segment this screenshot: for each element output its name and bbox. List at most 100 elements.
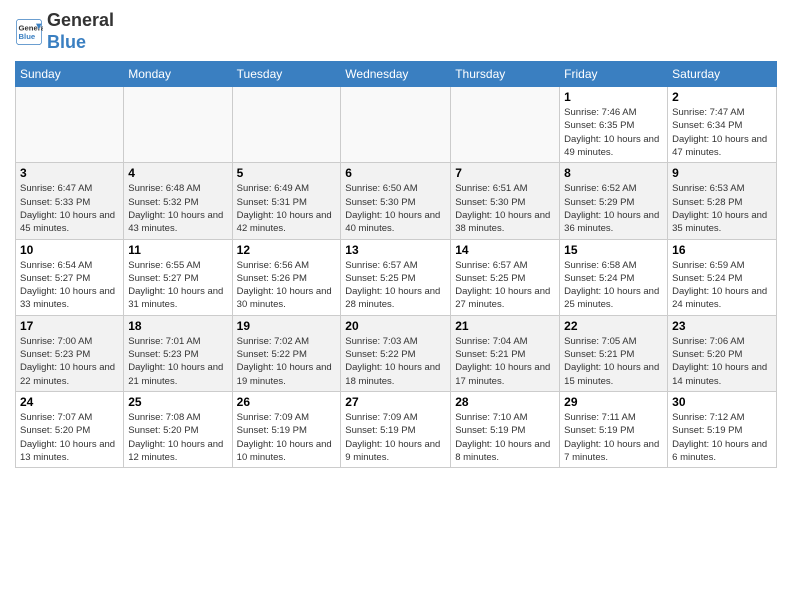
logo-text: General Blue <box>47 10 114 53</box>
day-cell: 23 Sunrise: 7:06 AM Sunset: 5:20 PM Dayli… <box>668 315 777 391</box>
day-number: 16 <box>672 243 772 257</box>
week-row-4: 24Sunrise: 7:07 AM Sunset: 5:20 PM Dayli… <box>16 391 777 467</box>
day-info: Sunrise: 6:49 AM Sunset: 5:31 PM Dayligh… <box>237 182 337 235</box>
day-info: Sunrise: 6:52 AM Sunset: 5:29 PM Dayligh… <box>564 182 663 235</box>
day-info: Sunrise: 7:10 AM Sunset: 5:19 PM Dayligh… <box>455 411 555 464</box>
day-number: 7 <box>455 166 555 180</box>
day-info: Sunrise: 6:53 AM Sunset: 5:28 PM Dayligh… <box>672 182 772 235</box>
header: General Blue General Blue <box>15 10 777 53</box>
header-cell-monday: Monday <box>124 62 232 87</box>
day-cell: 22Sunrise: 7:05 AM Sunset: 5:21 PM Dayli… <box>560 315 668 391</box>
day-cell <box>124 87 232 163</box>
day-info: Sunrise: 7:06 AM Sunset: 5:20 PM Dayligh… <box>672 335 772 388</box>
day-number: 29 <box>564 395 663 409</box>
day-cell <box>232 87 341 163</box>
day-info: Sunrise: 7:03 AM Sunset: 5:22 PM Dayligh… <box>345 335 446 388</box>
day-info: Sunrise: 7:11 AM Sunset: 5:19 PM Dayligh… <box>564 411 663 464</box>
header-cell-tuesday: Tuesday <box>232 62 341 87</box>
day-number: 24 <box>20 395 119 409</box>
day-info: Sunrise: 6:55 AM Sunset: 5:27 PM Dayligh… <box>128 259 227 312</box>
day-cell: 2 Sunrise: 7:47 AM Sunset: 6:34 PM Daylig… <box>668 87 777 163</box>
calendar-table: SundayMondayTuesdayWednesdayThursdayFrid… <box>15 61 777 468</box>
day-info: Sunrise: 7:09 AM Sunset: 5:19 PM Dayligh… <box>345 411 446 464</box>
day-cell: 12 Sunrise: 6:56 AM Sunset: 5:26 PM Dayli… <box>232 239 341 315</box>
calendar-header: SundayMondayTuesdayWednesdayThursdayFrid… <box>16 62 777 87</box>
day-info: Sunrise: 6:57 AM Sunset: 5:25 PM Dayligh… <box>345 259 446 312</box>
day-info: Sunrise: 7:08 AM Sunset: 5:20 PM Dayligh… <box>128 411 227 464</box>
day-info: Sunrise: 6:58 AM Sunset: 5:24 PM Dayligh… <box>564 259 663 312</box>
day-number: 12 <box>237 243 337 257</box>
day-number: 30 <box>672 395 772 409</box>
day-info: Sunrise: 7:09 AM Sunset: 5:19 PM Dayligh… <box>237 411 337 464</box>
day-cell: 19 Sunrise: 7:02 AM Sunset: 5:22 PM Dayli… <box>232 315 341 391</box>
header-cell-saturday: Saturday <box>668 62 777 87</box>
day-number: 26 <box>237 395 337 409</box>
day-number: 8 <box>564 166 663 180</box>
day-info: Sunrise: 6:57 AM Sunset: 5:25 PM Dayligh… <box>455 259 555 312</box>
header-cell-friday: Friday <box>560 62 668 87</box>
calendar-body: 1 Sunrise: 7:46 AM Sunset: 6:35 PM Daylig… <box>16 87 777 468</box>
day-cell: 13 Sunrise: 6:57 AM Sunset: 5:25 PM Dayli… <box>341 239 451 315</box>
day-cell: 21 Sunrise: 7:04 AM Sunset: 5:21 PM Dayli… <box>451 315 560 391</box>
day-cell: 8 Sunrise: 6:52 AM Sunset: 5:29 PM Daylig… <box>560 163 668 239</box>
day-info: Sunrise: 6:47 AM Sunset: 5:33 PM Dayligh… <box>20 182 119 235</box>
day-cell: 15 Sunrise: 6:58 AM Sunset: 5:24 PM Dayli… <box>560 239 668 315</box>
week-row-0: 1 Sunrise: 7:46 AM Sunset: 6:35 PM Daylig… <box>16 87 777 163</box>
day-number: 19 <box>237 319 337 333</box>
week-row-1: 3Sunrise: 6:47 AM Sunset: 5:33 PM Daylig… <box>16 163 777 239</box>
week-row-3: 17Sunrise: 7:00 AM Sunset: 5:23 PM Dayli… <box>16 315 777 391</box>
day-number: 27 <box>345 395 446 409</box>
day-cell: 17Sunrise: 7:00 AM Sunset: 5:23 PM Dayli… <box>16 315 124 391</box>
week-row-2: 10Sunrise: 6:54 AM Sunset: 5:27 PM Dayli… <box>16 239 777 315</box>
day-number: 1 <box>564 90 663 104</box>
day-cell: 20 Sunrise: 7:03 AM Sunset: 5:22 PM Dayli… <box>341 315 451 391</box>
day-info: Sunrise: 7:47 AM Sunset: 6:34 PM Dayligh… <box>672 106 772 159</box>
day-number: 6 <box>345 166 446 180</box>
day-number: 23 <box>672 319 772 333</box>
header-row: SundayMondayTuesdayWednesdayThursdayFrid… <box>16 62 777 87</box>
day-cell: 29 Sunrise: 7:11 AM Sunset: 5:19 PM Dayli… <box>560 391 668 467</box>
day-number: 4 <box>128 166 227 180</box>
day-cell: 24Sunrise: 7:07 AM Sunset: 5:20 PM Dayli… <box>16 391 124 467</box>
day-info: Sunrise: 7:05 AM Sunset: 5:21 PM Dayligh… <box>564 335 663 388</box>
day-cell: 25 Sunrise: 7:08 AM Sunset: 5:20 PM Dayli… <box>124 391 232 467</box>
day-cell: 14Sunrise: 6:57 AM Sunset: 5:25 PM Dayli… <box>451 239 560 315</box>
day-number: 10 <box>20 243 119 257</box>
day-cell: 28Sunrise: 7:10 AM Sunset: 5:19 PM Dayli… <box>451 391 560 467</box>
day-cell: 5Sunrise: 6:49 AM Sunset: 5:31 PM Daylig… <box>232 163 341 239</box>
day-cell <box>341 87 451 163</box>
logo-icon: General Blue <box>15 18 43 46</box>
day-cell: 1 Sunrise: 7:46 AM Sunset: 6:35 PM Daylig… <box>560 87 668 163</box>
page: General Blue General Blue SundayMondayTu… <box>0 0 792 483</box>
day-number: 2 <box>672 90 772 104</box>
svg-text:Blue: Blue <box>19 32 36 41</box>
day-number: 9 <box>672 166 772 180</box>
day-number: 20 <box>345 319 446 333</box>
day-cell <box>16 87 124 163</box>
header-cell-thursday: Thursday <box>451 62 560 87</box>
day-number: 11 <box>128 243 227 257</box>
day-info: Sunrise: 6:50 AM Sunset: 5:30 PM Dayligh… <box>345 182 446 235</box>
day-cell: 26 Sunrise: 7:09 AM Sunset: 5:19 PM Dayli… <box>232 391 341 467</box>
day-cell: 3Sunrise: 6:47 AM Sunset: 5:33 PM Daylig… <box>16 163 124 239</box>
day-info: Sunrise: 7:12 AM Sunset: 5:19 PM Dayligh… <box>672 411 772 464</box>
day-cell: 4 Sunrise: 6:48 AM Sunset: 5:32 PM Daylig… <box>124 163 232 239</box>
day-info: Sunrise: 7:04 AM Sunset: 5:21 PM Dayligh… <box>455 335 555 388</box>
day-cell <box>451 87 560 163</box>
day-number: 13 <box>345 243 446 257</box>
day-info: Sunrise: 7:02 AM Sunset: 5:22 PM Dayligh… <box>237 335 337 388</box>
header-cell-wednesday: Wednesday <box>341 62 451 87</box>
day-info: Sunrise: 6:56 AM Sunset: 5:26 PM Dayligh… <box>237 259 337 312</box>
day-number: 25 <box>128 395 227 409</box>
day-number: 15 <box>564 243 663 257</box>
day-cell: 11 Sunrise: 6:55 AM Sunset: 5:27 PM Dayli… <box>124 239 232 315</box>
day-info: Sunrise: 6:48 AM Sunset: 5:32 PM Dayligh… <box>128 182 227 235</box>
day-info: Sunrise: 6:59 AM Sunset: 5:24 PM Dayligh… <box>672 259 772 312</box>
day-info: Sunrise: 6:51 AM Sunset: 5:30 PM Dayligh… <box>455 182 555 235</box>
day-cell: 27 Sunrise: 7:09 AM Sunset: 5:19 PM Dayli… <box>341 391 451 467</box>
day-info: Sunrise: 7:46 AM Sunset: 6:35 PM Dayligh… <box>564 106 663 159</box>
header-cell-sunday: Sunday <box>16 62 124 87</box>
day-cell: 18Sunrise: 7:01 AM Sunset: 5:23 PM Dayli… <box>124 315 232 391</box>
day-number: 21 <box>455 319 555 333</box>
day-info: Sunrise: 7:00 AM Sunset: 5:23 PM Dayligh… <box>20 335 119 388</box>
